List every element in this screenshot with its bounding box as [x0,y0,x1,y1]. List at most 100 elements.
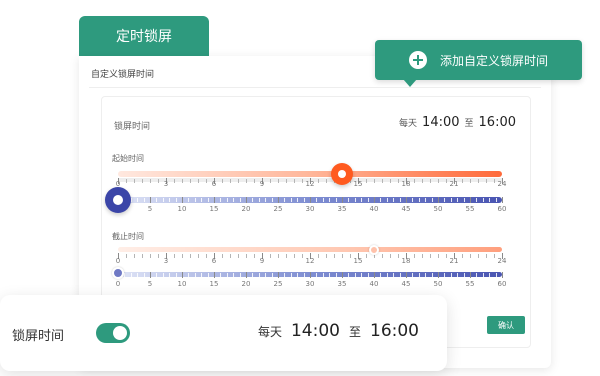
major-tick [278,197,279,203]
tick-label: 3 [163,180,169,188]
minor-tick [354,198,356,202]
minor-tick [425,198,427,202]
tick-label: 9 [259,180,265,188]
start-hour-handle[interactable] [331,163,353,185]
toggle-knob [113,326,127,340]
minor-tick [271,198,273,202]
daily-label: 每天 [399,119,418,129]
minor-tick [335,273,337,277]
tick-label: 6 [211,257,217,265]
minor-tick [169,198,171,202]
tick-label: 15 [353,180,363,188]
lock-time-toggle[interactable] [96,323,130,343]
minor-tick [393,198,395,202]
start-minute-tick-labels: 051015202530354045505560 [116,205,507,215]
end-minute-ticks [118,272,503,280]
major-tick [438,272,439,278]
end-hour-track[interactable] [118,247,502,252]
end-minute-tick-labels: 0 5 10 15 20 25 30 35 40 45 50 55 60 [116,280,507,290]
tick-label: 21 [449,257,459,265]
tick-label: 30 [305,280,315,288]
tick-label: 40 [369,280,379,288]
minor-tick [348,273,350,277]
major-tick [150,272,151,278]
minor-tick [226,198,228,202]
minor-tick [412,273,414,277]
float-end-time: 16:00 [370,321,419,341]
float-start-time: 14:00 [290,321,340,341]
minor-tick [271,273,273,277]
minor-tick [143,273,145,277]
minor-tick [194,198,196,202]
tick-label: 9 [259,257,265,265]
tab-scheduled-lock[interactable]: 定时锁屏 [79,16,209,56]
major-tick [182,272,183,278]
minor-tick [258,273,260,277]
minor-tick [316,198,318,202]
tab-title: 定时锁屏 [116,29,172,45]
minor-tick [252,273,254,277]
major-tick [182,197,183,203]
tick-label: 30 [305,205,315,213]
minor-tick [322,273,324,277]
major-tick [150,197,151,203]
major-tick [310,272,311,278]
minor-tick [265,273,267,277]
major-tick [502,197,503,203]
minor-tick [162,198,164,202]
minor-tick [258,198,260,202]
tick-label: 35 [337,205,347,213]
minor-tick [207,198,209,202]
end-time-value: 16:00 [478,115,516,130]
tick-label: 24 [497,257,507,265]
confirm-button[interactable]: 确认 [487,316,525,334]
tick-label: 55 [465,280,475,288]
minor-tick [489,273,491,277]
minor-tick [418,273,420,277]
minor-tick [290,198,292,202]
minor-tick [252,198,254,202]
minor-tick [431,273,433,277]
minor-tick [124,273,126,277]
float-time-summary: 每天 14:00 至 16:00 [258,321,419,341]
float-daily-label: 每天 [257,325,282,339]
minor-tick [207,273,209,277]
minor-tick [322,198,324,202]
end-minute-handle[interactable] [112,267,124,279]
minor-tick [130,273,132,277]
minor-tick [284,198,286,202]
tick-label: 50 [433,280,443,288]
tick-label: 15 [209,205,219,213]
tick-label: 5 [147,280,153,288]
major-tick [374,272,375,278]
time-summary: 每天 14:00 至 16:00 [399,115,516,130]
end-slider-title: 截止时间 [112,232,144,241]
minor-tick [444,273,446,277]
minor-tick [495,198,497,202]
end-hour-tick-labels: 0 3 6 9 12 15 18 21 24 [116,257,507,267]
minor-tick [239,198,241,202]
start-hour-track[interactable] [118,171,502,177]
minor-tick [463,273,465,277]
minor-tick [156,273,158,277]
start-hour-tick-labels: 0 3 6 9 12 15 18 21 24 [116,180,507,190]
minor-tick [137,273,139,277]
minor-tick [431,198,433,202]
add-custom-lock-time-button[interactable]: 添加自定义锁屏时间 [375,40,582,87]
tick-label: 35 [337,280,347,288]
section-title: 自定义锁屏时间 [91,70,155,80]
minor-tick [457,198,459,202]
tick-label: 15 [353,257,363,265]
minor-tick [265,198,267,202]
start-time-value: 14:00 [422,115,460,130]
minor-tick [239,273,241,277]
minor-tick [482,273,484,277]
minor-tick [226,273,228,277]
minor-tick [137,198,139,202]
minor-tick [489,198,491,202]
minor-tick [233,198,235,202]
start-minute-handle[interactable] [105,187,131,213]
minor-tick [284,273,286,277]
end-hour-handle[interactable] [369,245,379,255]
tick-label: 6 [211,180,217,188]
